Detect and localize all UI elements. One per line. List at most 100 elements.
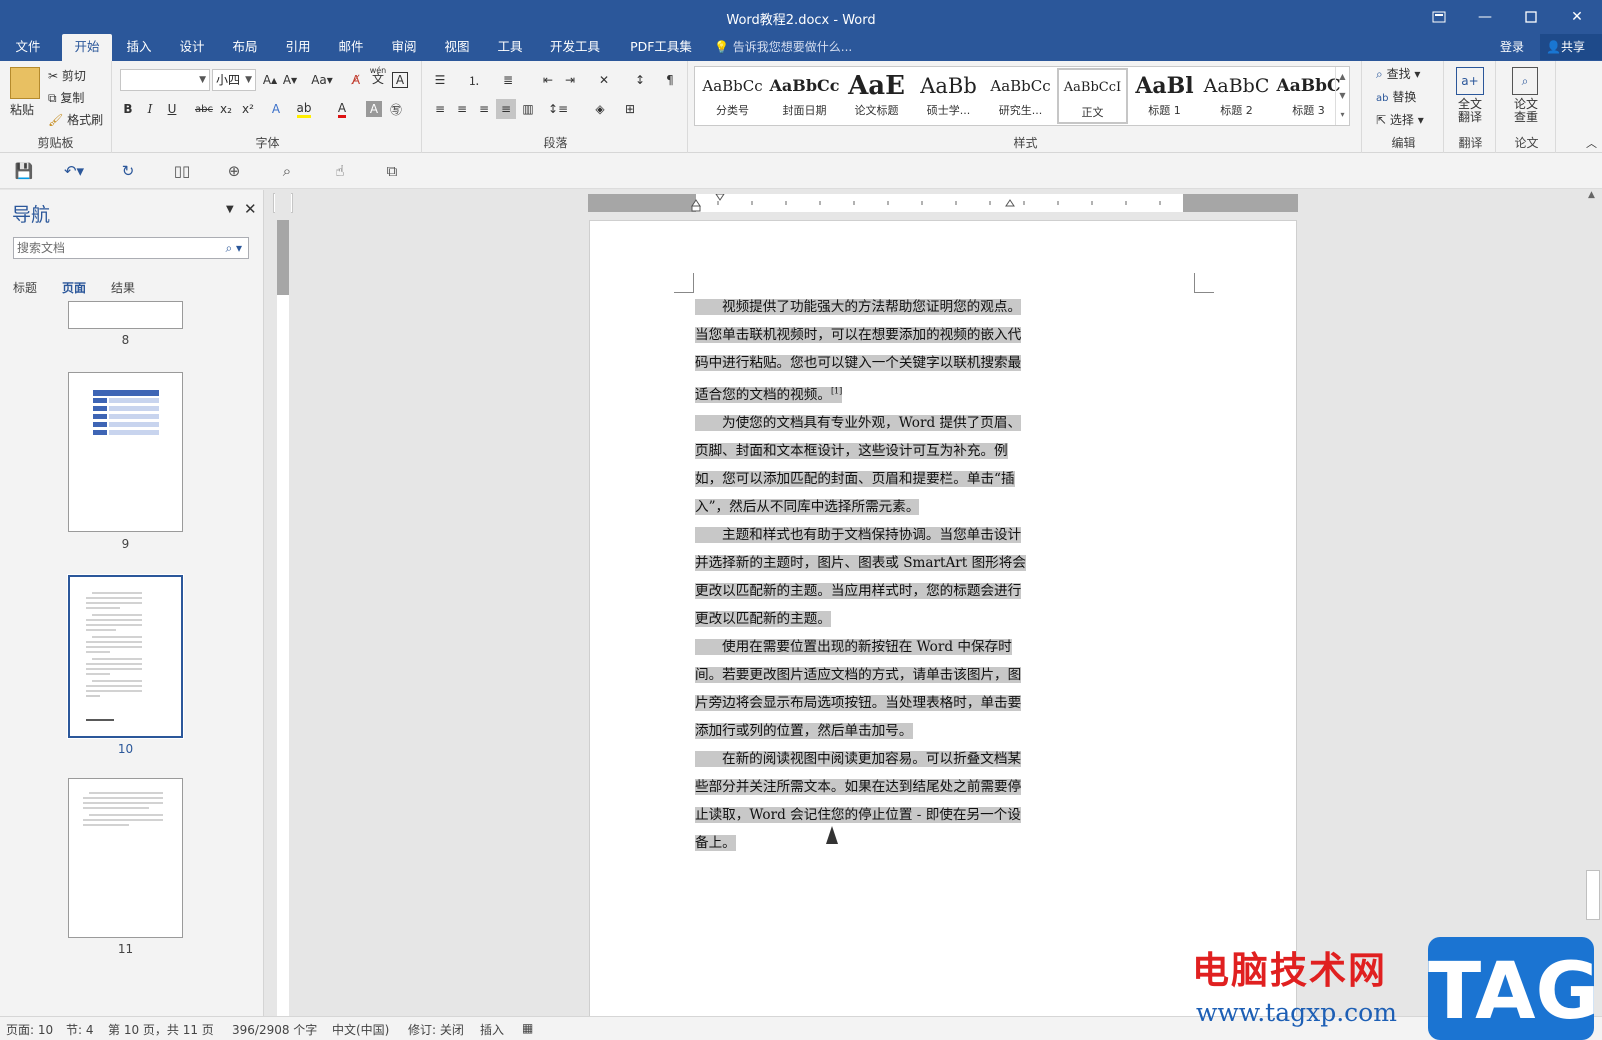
style-item[interactable]: AaBl 标题 1 (1129, 68, 1200, 124)
show-marks-icon[interactable]: ¶ (660, 70, 680, 90)
select-button[interactable]: ⇱ 选择 ▾ (1376, 111, 1424, 128)
tab-results[interactable]: 结果 (111, 279, 135, 296)
enclose-char-icon[interactable]: ㊢ (386, 99, 406, 119)
tab-review[interactable]: 审阅 (379, 34, 429, 61)
collapse-ribbon-icon[interactable]: ︿ (1586, 135, 1597, 151)
style-item[interactable]: AaBbC 标题 2 (1201, 68, 1272, 124)
style-item[interactable]: AaBbCc 封面日期 (769, 68, 840, 124)
scroll-up-icon[interactable]: ▲ (1588, 190, 1595, 200)
tab-pdf-tools[interactable]: PDF工具集 (620, 34, 702, 61)
page-thumbnail-current[interactable] (67, 574, 184, 739)
align-left-icon[interactable]: ≡ (430, 99, 450, 119)
undo-icon[interactable]: ↶▾ (62, 161, 86, 181)
copy-button[interactable]: ⧉ 复制 (48, 89, 84, 106)
distributed-icon[interactable]: ▥ (518, 99, 538, 119)
share-button[interactable]: 👤共享 (1540, 34, 1602, 60)
underline-icon[interactable]: U (162, 99, 182, 119)
tab-references[interactable]: 引用 (273, 34, 323, 61)
numbering-icon[interactable]: ⒈ (464, 70, 484, 90)
login-link[interactable]: 登录 (1500, 34, 1524, 60)
tell-me-box[interactable]: 💡 告诉我您想要做什么... (714, 34, 852, 61)
chinese-layout-icon[interactable]: ✕ (594, 70, 614, 90)
style-item[interactable]: AaBbC 标题 3 (1273, 68, 1344, 124)
replace-button[interactable]: ab 替换 (1376, 88, 1416, 105)
line-spacing-icon[interactable]: ↕≡ (548, 99, 568, 119)
status-section[interactable]: 节: 4 (66, 1021, 94, 1038)
print-preview-icon[interactable]: ⌕ (275, 161, 299, 181)
font-size-combo[interactable]: 小四 ▼ (212, 69, 256, 91)
font-color-icon[interactable]: A (332, 99, 352, 119)
web-layout-icon[interactable]: ⊕ (222, 161, 246, 181)
touch-mode-icon[interactable]: ☝ (328, 161, 352, 181)
minimize-button[interactable]: — (1462, 0, 1508, 34)
close-icon[interactable]: ✕ (244, 200, 257, 218)
nav-search-input[interactable]: 搜索文档 ⌕ ▾ (13, 237, 249, 259)
status-insert-mode[interactable]: 插入 (480, 1021, 504, 1038)
scroll-thumb[interactable] (1586, 870, 1600, 920)
increase-indent-icon[interactable]: ⇥ (560, 70, 580, 90)
style-item[interactable]: AaBbCc 分类号 (697, 68, 768, 124)
ribbon-display-options-icon[interactable] (1416, 0, 1462, 34)
page-thumbnail[interactable] (68, 778, 183, 938)
paste-icon[interactable] (10, 67, 40, 99)
status-page[interactable]: 页面: 10 (6, 1021, 53, 1038)
status-word-count[interactable]: 396/2908 个字 (232, 1021, 317, 1038)
tab-mailings[interactable]: 邮件 (326, 34, 376, 61)
format-painter-button[interactable]: 🖌 格式刷 (48, 111, 103, 128)
superscript-icon[interactable]: x² (238, 99, 258, 119)
borders-icon[interactable]: ⊞ (620, 99, 640, 119)
strikethrough-icon[interactable]: abc (194, 99, 214, 119)
tab-tools[interactable]: 工具 (485, 34, 535, 61)
style-item-selected[interactable]: AaBbCcI 正文 (1057, 68, 1128, 124)
redo-icon[interactable]: ↻ (116, 161, 140, 181)
subscript-icon[interactable]: x₂ (216, 99, 236, 119)
close-button[interactable]: ✕ (1554, 0, 1600, 34)
justify-icon[interactable]: ≡ (496, 99, 516, 119)
style-item[interactable]: AaBb 硕士学... (913, 68, 984, 124)
vertical-scrollbar[interactable]: ▲ (1584, 190, 1602, 1016)
search-icon[interactable]: ⌕ ▾ (225, 238, 242, 258)
tab-developer[interactable]: 开发工具 (540, 34, 610, 61)
cut-button[interactable]: ✂ 剪切 (48, 67, 86, 84)
find-button[interactable]: ⌕ 查找 ▾ (1376, 65, 1420, 82)
tab-layout[interactable]: 布局 (220, 34, 270, 61)
phonetic-guide-icon[interactable]: wén 文 (368, 65, 388, 85)
save-icon[interactable]: 💾 (12, 161, 36, 181)
customize-qat-icon[interactable]: ⧉ (380, 161, 404, 181)
thesis-check-button[interactable]: 论文查重 (1512, 98, 1540, 124)
shading-icon[interactable]: ◈ (590, 99, 610, 119)
tab-home[interactable]: 开始 (62, 34, 112, 61)
translate-icon[interactable]: a+ (1456, 67, 1484, 95)
full-translate-button[interactable]: 全文翻译 (1456, 98, 1484, 124)
align-center-icon[interactable]: ≡ (452, 99, 472, 119)
style-item[interactable]: AaE 论文标题 (841, 68, 912, 124)
horizontal-ruler[interactable] (588, 194, 1298, 212)
thesis-check-icon[interactable]: ⌕ (1512, 67, 1538, 95)
char-border-icon[interactable]: A (392, 72, 408, 88)
read-mode-icon[interactable]: ▯▯ (170, 161, 194, 181)
document-page[interactable]: 视频提供了功能强大的方法帮助您证明您的观点。当您单击联机视频时，可以在想要添加的… (589, 220, 1297, 1020)
decrease-indent-icon[interactable]: ⇤ (538, 70, 558, 90)
multilevel-list-icon[interactable]: ≣ (498, 70, 518, 90)
clear-format-icon[interactable]: A̸ (346, 70, 366, 90)
gallery-scroll[interactable]: ▲ ▼ ▾ (1335, 67, 1349, 125)
shrink-font-icon[interactable]: A ▼ (280, 70, 300, 90)
tab-view[interactable]: 视图 (432, 34, 482, 61)
page-thumbnail[interactable] (68, 372, 183, 532)
paste-button[interactable]: 粘贴 (10, 101, 34, 118)
page-thumbnail[interactable] (68, 301, 183, 329)
tab-file[interactable]: 文件 (0, 34, 56, 61)
style-item[interactable]: AaBbCc 研究生... (985, 68, 1056, 124)
sort-icon[interactable]: ↕ (630, 70, 650, 90)
status-page-of[interactable]: 第 10 页，共 11 页 (108, 1021, 214, 1038)
italic-icon[interactable]: I (140, 99, 160, 119)
status-track-changes[interactable]: 修订: 关闭 (408, 1021, 464, 1038)
bold-icon[interactable]: B (118, 99, 138, 119)
tab-pages[interactable]: 页面 (62, 279, 86, 296)
char-shading-icon[interactable]: A (366, 101, 382, 117)
font-name-combo[interactable]: ▼ (120, 69, 210, 91)
nav-options-icon[interactable]: ▼ (226, 204, 234, 215)
change-case-button[interactable]: Aa ▾ (308, 70, 336, 90)
bullets-icon[interactable]: ☰ (430, 70, 450, 90)
text-effects-icon[interactable]: A (266, 99, 286, 119)
